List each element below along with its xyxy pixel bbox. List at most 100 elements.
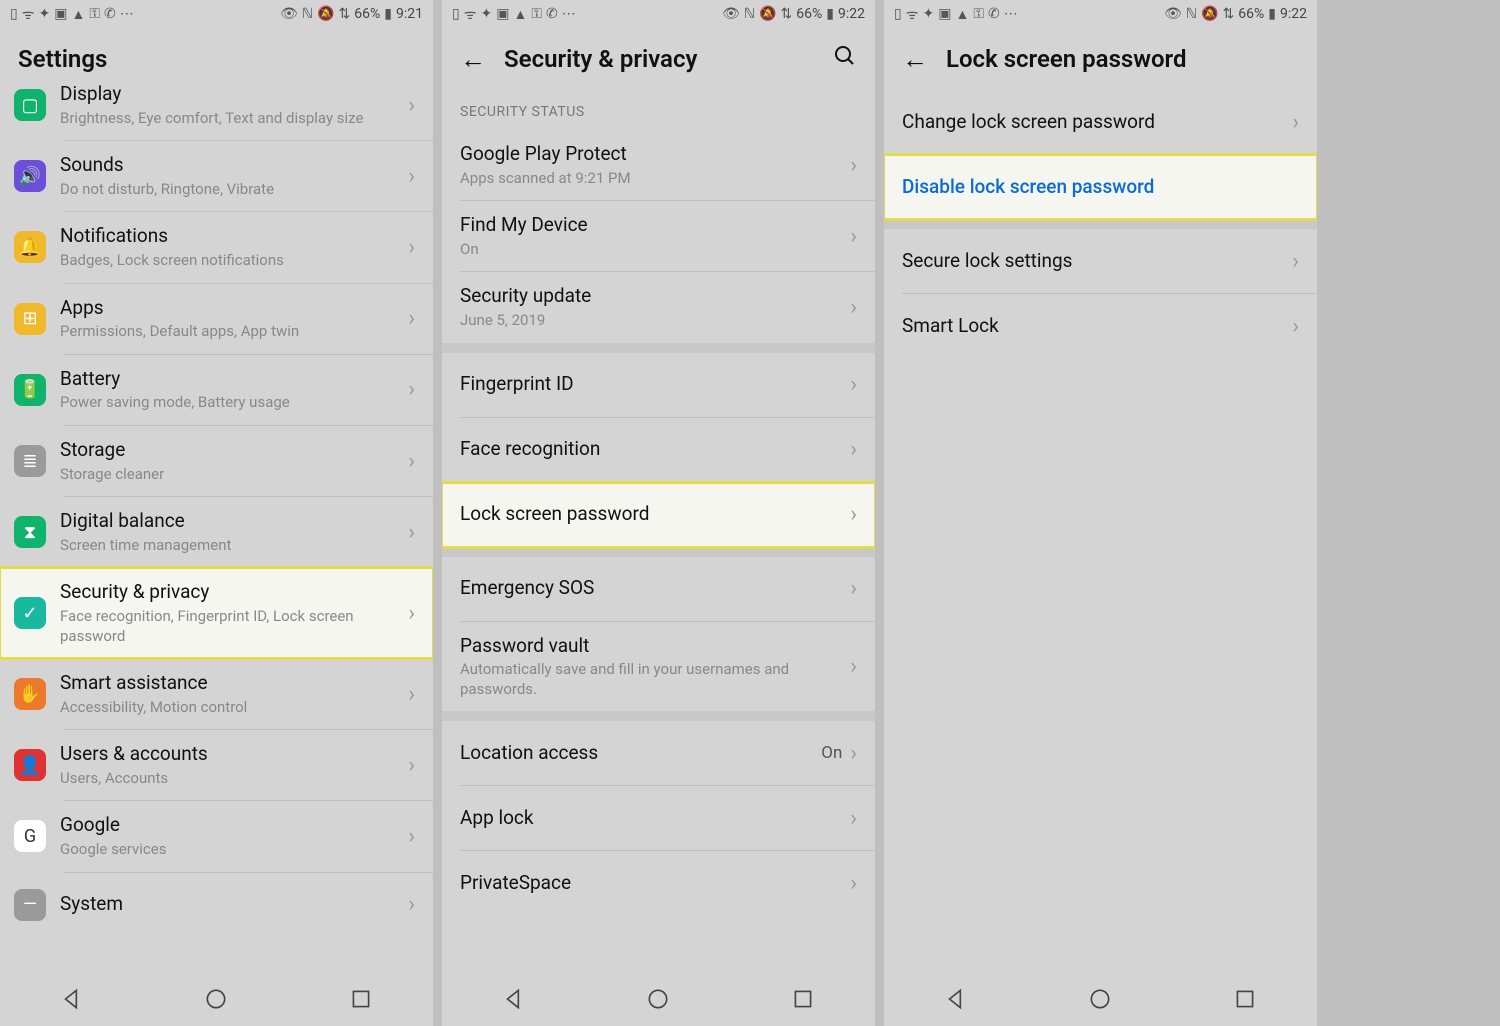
whatsapp-icon: ✆ (988, 6, 1000, 22)
row-title: Display (60, 82, 408, 107)
row-notifications[interactable]: 🔔NotificationsBadges, Lock screen notifi… (0, 212, 433, 282)
row-find-my-device[interactable]: Find My DeviceOn› (442, 201, 875, 271)
nav-recent-button[interactable] (790, 986, 816, 1012)
row-title: Smart Lock (902, 314, 1292, 339)
system-icon: — (14, 889, 46, 921)
whatsapp-icon: ✆ (546, 6, 558, 22)
row-text: Lock screen password (460, 502, 850, 527)
row-title: Find My Device (460, 213, 850, 238)
nav-back-button[interactable] (59, 986, 85, 1012)
row-text: SoundsDo not disturb, Ringtone, Vibrate (60, 153, 408, 199)
nav-recent-button[interactable] (1232, 986, 1258, 1012)
row-text: System (60, 892, 408, 917)
row-subtitle: June 5, 2019 (460, 311, 850, 331)
row-apps[interactable]: ⊞AppsPermissions, Default apps, App twin… (0, 284, 433, 354)
whatsapp-icon: ✆ (104, 6, 116, 22)
row-title: Digital balance (60, 509, 408, 534)
more-dots-icon: ⋯ (120, 6, 134, 22)
status-bar: ▯ ᯤ ✦ ▣ ▲ ⚿ ✆ ⋯ 👁 ℕ 🔕 ⇅ 66% ▮ 9:21 (0, 0, 433, 28)
row-location-access[interactable]: Location accessOn› (442, 721, 875, 785)
row-users-accounts[interactable]: 👤Users & accountsUsers, Accounts› (0, 730, 433, 800)
row-security-privacy[interactable]: ✓Security & privacyFace recognition, Fin… (0, 568, 433, 658)
row-privatespace[interactable]: PrivateSpace› (442, 851, 875, 915)
row-text: Emergency SOS (460, 576, 850, 601)
chevron-right-icon: › (850, 224, 857, 249)
wifi-icon: ᯤ (22, 5, 35, 24)
row-system[interactable]: —System› (0, 873, 433, 937)
row-title: Security & privacy (60, 580, 408, 605)
row-smart-lock[interactable]: Smart Lock› (884, 294, 1317, 358)
apps-icon: ⊞ (14, 303, 46, 335)
shield-icon: ✓ (14, 597, 46, 629)
row-title: Battery (60, 367, 408, 392)
screen-lock-screen-password: ▯ ᯤ ✦ ▣ ▲ ⚿ ✆ ⋯ 👁 ℕ 🔕 ⇅ 66% ▮ 9:22 ← Loc… (884, 0, 1317, 1026)
battery-icon: ▮ (826, 6, 834, 22)
settings-list[interactable]: ▢DisplayBrightness, Eye comfort, Text an… (0, 70, 433, 972)
row-title: Face recognition (460, 437, 850, 462)
row-storage[interactable]: ≣StorageStorage cleaner› (0, 426, 433, 496)
cloud-icon: ▲ (71, 6, 85, 23)
row-battery[interactable]: 🔋 BatteryPower saving mode, Battery usage… (0, 355, 433, 425)
row-security-update[interactable]: Security updateJune 5, 2019› (442, 272, 875, 342)
nav-home-button[interactable] (1087, 986, 1113, 1012)
back-arrow-icon[interactable]: ← (902, 44, 928, 75)
chevron-right-icon: › (408, 520, 415, 545)
chevron-right-icon: › (1292, 314, 1299, 339)
row-title: Change lock screen password (902, 110, 1292, 135)
bell-icon: 🔔 (14, 231, 46, 263)
nav-recent-button[interactable] (348, 986, 374, 1012)
row-text: Digital balanceScreen time management (60, 509, 408, 555)
row-app-lock[interactable]: App lock› (442, 786, 875, 850)
clock-text: 9:22 (1280, 6, 1307, 22)
nav-back-button[interactable] (501, 986, 527, 1012)
nfc-icon: ℕ (1186, 6, 1197, 22)
row-password-vault[interactable]: Password vaultAutomatically save and fil… (442, 622, 875, 712)
row-text: DisplayBrightness, Eye comfort, Text and… (60, 82, 408, 128)
battery-icon: ▮ (1268, 6, 1276, 22)
nfc-icon: ℕ (744, 6, 755, 22)
row-emergency-sos[interactable]: Emergency SOS› (442, 557, 875, 621)
row-subtitle: Users, Accounts (60, 769, 408, 789)
row-display[interactable]: ▢DisplayBrightness, Eye comfort, Text an… (0, 70, 433, 140)
twitter-icon: ✦ (923, 6, 935, 22)
back-arrow-icon[interactable]: ← (460, 44, 486, 75)
row-sounds[interactable]: 🔊SoundsDo not disturb, Ringtone, Vibrate… (0, 141, 433, 211)
battery-icon: 🔋 (14, 374, 46, 406)
more-dots-icon: ⋯ (1004, 6, 1018, 22)
row-title: Disable lock screen password (902, 175, 1299, 200)
row-subtitle: Power saving mode, Battery usage (60, 393, 408, 413)
row-fingerprint-id[interactable]: Fingerprint ID› (442, 353, 875, 417)
chevron-right-icon: › (408, 824, 415, 849)
row-smart-assistance[interactable]: ✋Smart assistanceAccessibility, Motion c… (0, 659, 433, 729)
twitter-icon: ✦ (39, 6, 51, 22)
nav-bar (884, 972, 1317, 1026)
row-title: Security update (460, 284, 850, 309)
gallery-icon: ▣ (496, 6, 509, 22)
search-icon[interactable] (833, 44, 857, 74)
row-value: On (821, 743, 842, 763)
row-title: Apps (60, 296, 408, 321)
eye-icon: 👁 (722, 6, 740, 22)
row-secure-lock-settings[interactable]: Secure lock settings› (884, 229, 1317, 293)
row-title: Storage (60, 438, 408, 463)
row-lock-screen-password[interactable]: Lock screen password› (442, 483, 875, 547)
row-text: Disable lock screen password (902, 175, 1299, 200)
row-title: Sounds (60, 153, 408, 178)
nav-home-button[interactable] (645, 986, 671, 1012)
battery-icon: ▮ (384, 6, 392, 22)
sim-icon: ▯ (894, 6, 902, 22)
nav-home-button[interactable] (203, 986, 229, 1012)
page-title: Security & privacy (504, 45, 697, 73)
content-area: ← Lock screen password Change lock scree… (884, 28, 1317, 972)
row-face-recognition[interactable]: Face recognition› (442, 418, 875, 482)
row-text: Password vaultAutomatically save and fil… (460, 634, 850, 700)
mute-icon: 🔕 (759, 6, 776, 22)
row-change-lock-screen-password[interactable]: Change lock screen password› (884, 90, 1317, 154)
row-google-play-protect[interactable]: Google Play ProtectApps scanned at 9:21 … (442, 130, 875, 200)
row-disable-lock-screen-password[interactable]: Disable lock screen password (884, 155, 1317, 219)
nav-back-button[interactable] (943, 986, 969, 1012)
row-google[interactable]: GGoogleGoogle services› (0, 801, 433, 871)
chevron-right-icon: › (850, 372, 857, 397)
row-digital-balance[interactable]: ⧗Digital balanceScreen time management› (0, 497, 433, 567)
row-text: App lock (460, 806, 850, 831)
